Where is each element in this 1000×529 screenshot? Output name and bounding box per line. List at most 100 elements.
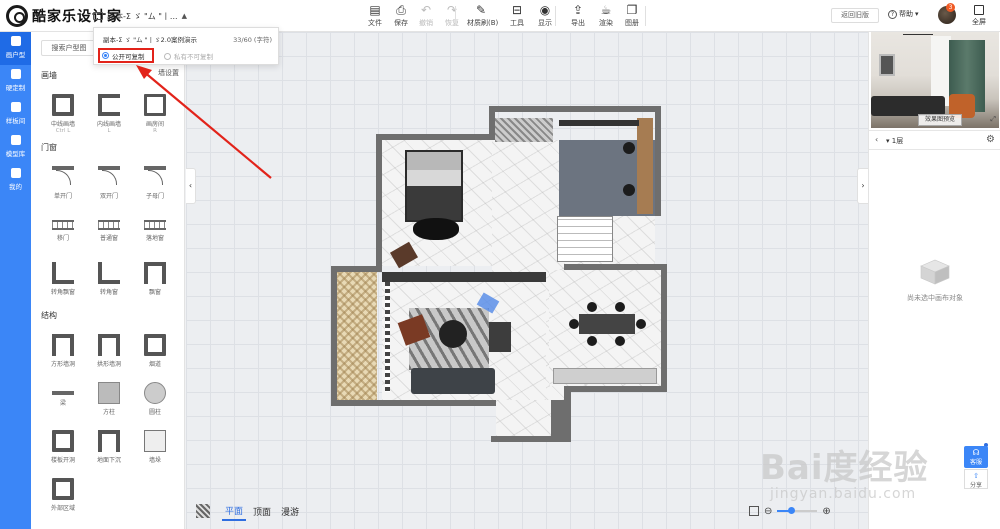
gallery-button[interactable]: ❐ 图册 [618, 3, 646, 28]
nav-item-4[interactable]: 我的 [0, 164, 31, 197]
view-tab-2[interactable]: 漫游 [278, 503, 302, 520]
search-floorplan-button[interactable]: 搜索户型图 [41, 40, 97, 56]
draw-room-icon [144, 94, 166, 116]
redo-button[interactable]: ↷ 恢复 [438, 3, 466, 28]
tool-door-window-0[interactable]: 单开门 [45, 166, 81, 200]
nav-item-2[interactable]: 样板间 [0, 98, 31, 131]
door-window-icon [52, 166, 74, 188]
floor-plan[interactable] [331, 106, 676, 442]
user-icon [10, 168, 21, 178]
shortcut-label: L [107, 128, 111, 134]
tool-structure-7[interactable]: 地面下沉 [91, 430, 127, 464]
pillows [407, 152, 461, 170]
tool-structure-4[interactable]: 方柱 [91, 382, 127, 416]
save-button[interactable]: ⎙ 保存 [387, 3, 415, 28]
help-label: 帮助 [899, 10, 913, 18]
share-button[interactable]: ⇧ 分享 [964, 469, 988, 489]
shortcut-label: Ctrl L [55, 128, 71, 134]
tool-label: 拱形墙洞 [96, 361, 121, 368]
undo-icon: ↶ [420, 3, 432, 17]
export-button[interactable]: ⇪ 导出 [564, 3, 592, 28]
tool-door-window-3[interactable]: 移门 [45, 214, 81, 242]
tool-label: 画房间 [145, 121, 164, 128]
fullscreen-button[interactable]: 全屏 [968, 3, 990, 27]
wall-setting-button[interactable]: 墙设置 [158, 68, 179, 78]
tool-draw-room[interactable]: 画房间 R [137, 94, 173, 134]
nav-item-1[interactable]: 硬定制 [0, 65, 31, 98]
tool-door-window-8[interactable]: 飘窗 [137, 262, 173, 296]
render-button[interactable]: ☕ 渲染 [592, 3, 620, 28]
view-tab-0[interactable]: 平面 [222, 502, 247, 521]
collapse-left-panel-button[interactable]: ‹ [186, 168, 196, 204]
save-label: 保存 [394, 19, 408, 27]
fur-rug [413, 218, 459, 240]
door-window-icon [98, 262, 120, 284]
file-label: 文件 [368, 19, 382, 27]
file-button[interactable]: ▤ 文件 [361, 3, 389, 28]
tool-label: 楼板开洞 [50, 457, 75, 464]
collapse-right-panel-button[interactable]: › [857, 168, 868, 204]
toolbar-separator [555, 6, 556, 26]
floor-selector[interactable]: ▾ 1层 [886, 136, 903, 146]
customer-service-button[interactable]: ☊ 客服 [964, 446, 988, 468]
tool-structure-3[interactable]: 梁 [45, 382, 81, 407]
help-menu[interactable]: ? 帮助 ▾ [888, 9, 919, 19]
tool-structure-0[interactable]: 方形墙洞 [45, 334, 81, 368]
save-icon: ⎙ [396, 3, 406, 17]
preview-button[interactable]: 效果图预览 [918, 114, 962, 126]
structure-icon [98, 334, 120, 356]
tool-door-window-6[interactable]: 转角飘窗 [45, 262, 81, 296]
public-copyable-option[interactable]: 公开可复制 [98, 48, 154, 63]
nav-item-0[interactable]: 画户型 [0, 32, 31, 65]
chair [623, 142, 635, 154]
expand-icon[interactable]: ⤢ [990, 115, 996, 124]
blanket [407, 186, 461, 220]
tool-label: 双开门 [99, 193, 118, 200]
nav-item-3[interactable]: 模型库 [0, 131, 31, 164]
old-version-button[interactable]: 返回旧版 [831, 8, 879, 23]
door-window-icon [144, 166, 166, 188]
tool-door-window-2[interactable]: 子母门 [137, 166, 173, 200]
chair [587, 302, 597, 312]
gear-icon[interactable]: ⚙ [986, 134, 995, 145]
shortcut-label: R [153, 128, 157, 134]
tool-door-window-7[interactable]: 转角窗 [91, 262, 127, 296]
section-structure-title: 结构 [41, 311, 57, 320]
tool-structure-9[interactable]: 外部区域 [45, 478, 81, 512]
undo-button[interactable]: ↶ 撤销 [412, 3, 440, 28]
structure-icon [52, 391, 74, 395]
tool-door-window-1[interactable]: 双开门 [91, 166, 127, 200]
popover-design-name: 副本-Σ ゞ "ム "丨ゞ2.0案例演示 [103, 36, 197, 44]
coffee-table [439, 320, 467, 348]
tool-structure-5[interactable]: 圆柱 [137, 382, 173, 416]
structure-icon [98, 430, 120, 452]
view-tab-1[interactable]: 顶面 [250, 503, 274, 520]
tool-door-window-5[interactable]: 落地窗 [137, 214, 173, 242]
render-label: 渲染 [599, 19, 613, 27]
tool-structure-8[interactable]: 墙垛 [137, 430, 173, 464]
tool-structure-6[interactable]: 楼板开洞 [45, 430, 81, 464]
tool-structure-1[interactable]: 拱形墙洞 [91, 334, 127, 368]
tool-label: 圆柱 [148, 409, 161, 416]
floor-bar: ‹ ▾ 1层 ⚙ [869, 130, 1000, 150]
tool-structure-2[interactable]: 烟道 [137, 334, 173, 368]
chevron-left-icon[interactable]: ‹ [875, 135, 878, 144]
service-label: 客服 [969, 459, 982, 466]
section-doors-title: 门窗 [41, 143, 57, 152]
sofa [871, 96, 945, 116]
material-button[interactable]: ✎ 材质刷(B) [467, 3, 498, 28]
tool-center-wall[interactable]: 中线画墙 Ctrl L [45, 94, 81, 134]
render-preview[interactable]: 效果图预览 ⤢ [871, 32, 999, 128]
texture-toggle-icon[interactable] [196, 504, 210, 518]
document-name-dropdown[interactable]: 副本-Σ ゞ "ム "丨... ▲ [93, 8, 187, 24]
tools-button[interactable]: ⊟ 工具 [503, 3, 531, 28]
fit-view-icon[interactable] [749, 506, 759, 516]
chair [615, 302, 625, 312]
tool-door-window-4[interactable]: 普通窗 [91, 214, 127, 242]
tool-label: 方柱 [102, 409, 115, 416]
tool-inner-wall[interactable]: 内线画墙 L [91, 94, 127, 134]
glass-block [495, 118, 553, 142]
export-icon: ⇪ [572, 3, 584, 17]
structure-icon [144, 430, 166, 452]
private-option[interactable]: 私有不可复制 [164, 51, 213, 61]
